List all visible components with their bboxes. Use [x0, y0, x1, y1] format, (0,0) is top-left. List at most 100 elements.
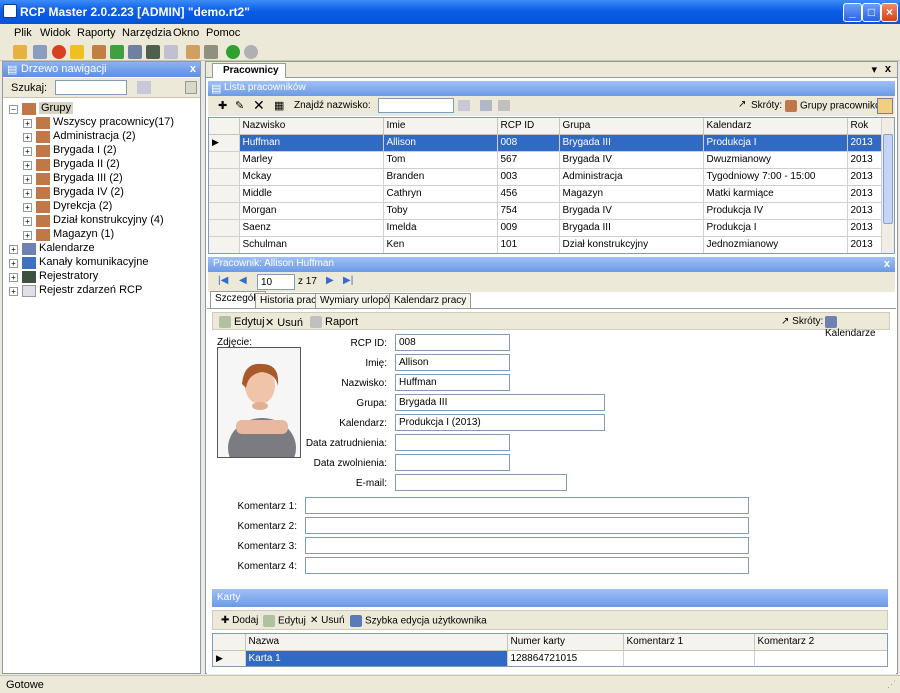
- tree-node-dyrekcja[interactable]: + Dyrekcja (2): [23, 200, 193, 214]
- layout-icon[interactable]: [877, 98, 893, 114]
- edit-icon[interactable]: ✎: [235, 99, 244, 112]
- tree-node-all-employees[interactable]: + Wszyscy pracownicy(17): [23, 116, 193, 130]
- log-icon[interactable]: [164, 45, 178, 59]
- delete-card-button[interactable]: ✕ Usuń: [310, 615, 345, 626]
- user-icon[interactable]: [110, 45, 124, 59]
- comment-4-field[interactable]: [305, 557, 749, 574]
- minimize-button[interactable]: _: [843, 3, 862, 22]
- maximize-button[interactable]: □: [862, 3, 881, 22]
- row-selector[interactable]: [209, 202, 240, 220]
- nav-close-button[interactable]: x: [190, 63, 196, 75]
- column-header[interactable]: RCP ID: [497, 118, 560, 135]
- doc-close-button[interactable]: x: [885, 63, 891, 75]
- tree-node-brygada-1[interactable]: + Brygada I (2): [23, 144, 193, 158]
- dismissal-date-field[interactable]: [395, 454, 510, 471]
- detail-close-button[interactable]: x: [884, 258, 890, 270]
- tree-node-magazyn[interactable]: + Magazyn (1): [23, 228, 193, 242]
- edit-button[interactable]: Edytuj: [219, 316, 265, 329]
- employee-photo[interactable]: [217, 347, 301, 458]
- warning-icon[interactable]: [70, 45, 84, 59]
- rcp-id-field[interactable]: 008: [395, 334, 510, 351]
- clear-icon[interactable]: [185, 81, 197, 94]
- column-header[interactable]: Komentarz 2: [754, 634, 887, 651]
- tree-node-administracja[interactable]: + Administracja (2): [23, 130, 193, 144]
- table-row[interactable]: Middle Cathryn 456 Magazyn Matki karmiące 201…: [209, 185, 882, 203]
- report-icon[interactable]: ▦: [274, 99, 284, 112]
- edit-card-button[interactable]: Edytuj: [263, 615, 306, 627]
- menu-raporty[interactable]: Raporty: [77, 27, 116, 39]
- tree-node-rejestratory[interactable]: + Rejestratory: [9, 270, 194, 284]
- tools-icon[interactable]: [33, 45, 47, 59]
- first-record-icon[interactable]: |◀: [218, 275, 228, 286]
- column-header[interactable]: Imie: [383, 118, 498, 135]
- quick-edit-user-button[interactable]: Szybka edycja użytkownika: [350, 615, 487, 627]
- menu-pomoc[interactable]: Pomoc: [206, 27, 240, 39]
- comment-3-field[interactable]: [305, 537, 749, 554]
- last-record-icon[interactable]: ▶|: [343, 275, 353, 286]
- row-selector[interactable]: [209, 168, 240, 186]
- tree-icon[interactable]: [204, 45, 218, 59]
- group-field[interactable]: Brygada III: [395, 394, 605, 411]
- row-selector[interactable]: ▶: [209, 134, 240, 152]
- tree-node-brygada-3[interactable]: + Brygada III (2): [23, 172, 193, 186]
- menu-okno[interactable]: Okno: [173, 27, 199, 39]
- employee-groups-button[interactable]: Grupy pracowników: [785, 100, 888, 112]
- back-icon[interactable]: [226, 45, 240, 59]
- column-header[interactable]: Nazwa: [245, 634, 508, 651]
- hire-date-field[interactable]: [395, 434, 510, 451]
- add-card-button[interactable]: ✚ Dodaj: [221, 615, 258, 626]
- table-row[interactable]: ▶ Karta 1 128864721015: [213, 650, 887, 666]
- row-selector[interactable]: [209, 185, 240, 203]
- grid-vertical-scrollbar[interactable]: [881, 118, 894, 253]
- tab-pracownicy[interactable]: Pracownicy: [212, 63, 286, 78]
- users-icon[interactable]: [92, 45, 106, 59]
- column-header[interactable]: Kalendarz: [703, 118, 848, 135]
- comment-1-field[interactable]: [305, 497, 749, 514]
- find-icon[interactable]: [137, 81, 151, 94]
- column-header[interactable]: Komentarz 1: [623, 634, 755, 651]
- menu-widok[interactable]: Widok: [40, 27, 71, 39]
- forward-icon[interactable]: [244, 45, 258, 59]
- first-name-field[interactable]: Allison: [395, 354, 510, 371]
- add-icon[interactable]: ✚: [218, 99, 227, 112]
- table-row[interactable]: Mckay Branden 003 Administracja Tygodniowy 7…: [209, 168, 882, 186]
- tree-node-kalendarze[interactable]: + Kalendarze: [9, 242, 194, 256]
- resize-grip-icon[interactable]: ⋰: [887, 679, 896, 690]
- device-icon[interactable]: [146, 45, 160, 59]
- next-record-icon[interactable]: ▶: [326, 275, 334, 286]
- grid-icon[interactable]: [480, 100, 492, 111]
- table-row[interactable]: Saenz Imelda 009 Brygada III Produkcja I 2013: [209, 219, 882, 237]
- comment-2-field[interactable]: [305, 517, 749, 534]
- table-row[interactable]: Marley Tom 567 Brygada IV Dwuzmianowy 2013: [209, 151, 882, 169]
- row-selector[interactable]: [209, 219, 240, 237]
- scrollbar-thumb[interactable]: [883, 134, 893, 224]
- collapse-icon[interactable]: −: [9, 105, 18, 114]
- tree-node-rejestr-zdarzen[interactable]: + Rejestr zdarzeń RCP: [9, 284, 194, 298]
- tree-node-brygada-2[interactable]: + Brygada II (2): [23, 158, 193, 172]
- tab-list-button[interactable]: ▾: [871, 63, 877, 76]
- surname-field[interactable]: Huffman: [395, 374, 510, 391]
- column-header[interactable]: Numer karty: [507, 634, 624, 651]
- table-row[interactable]: Schulman Ken 101 Dział konstrukcyjny Jednozm…: [209, 236, 882, 253]
- find-icon[interactable]: [458, 100, 470, 111]
- tree-node-brygada-4[interactable]: + Brygada IV (2): [23, 186, 193, 200]
- email-field[interactable]: [395, 474, 567, 491]
- menu-narzedzia[interactable]: Narzędzia: [122, 27, 172, 39]
- calendar-field[interactable]: Produkcja I (2013): [395, 414, 605, 431]
- stop-icon[interactable]: [52, 45, 66, 59]
- column-header[interactable]: Rok: [847, 118, 882, 135]
- tree-node-dzial-konstrukcyjny[interactable]: + Dział konstrukcyjny (4): [23, 214, 193, 228]
- print-icon[interactable]: [498, 100, 510, 111]
- calendars-button[interactable]: Kalendarze: [825, 316, 889, 339]
- table-row[interactable]: ▶ Huffman Allison 008 Brygada III Produkcja …: [209, 134, 882, 152]
- tree-node-groups[interactable]: − Grupy: [9, 102, 194, 116]
- row-selector[interactable]: ▶: [213, 650, 246, 666]
- column-header[interactable]: Nazwisko: [239, 118, 384, 135]
- column-header[interactable]: Grupa: [559, 118, 704, 135]
- tree-node-kanaly[interactable]: + Kanały komunikacyjne: [9, 256, 194, 270]
- nav-search-input[interactable]: [55, 80, 127, 95]
- home-icon[interactable]: [186, 45, 200, 59]
- row-selector[interactable]: [209, 236, 240, 253]
- menu-plik[interactable]: Plik: [14, 27, 32, 39]
- report-button[interactable]: Raport: [310, 316, 358, 329]
